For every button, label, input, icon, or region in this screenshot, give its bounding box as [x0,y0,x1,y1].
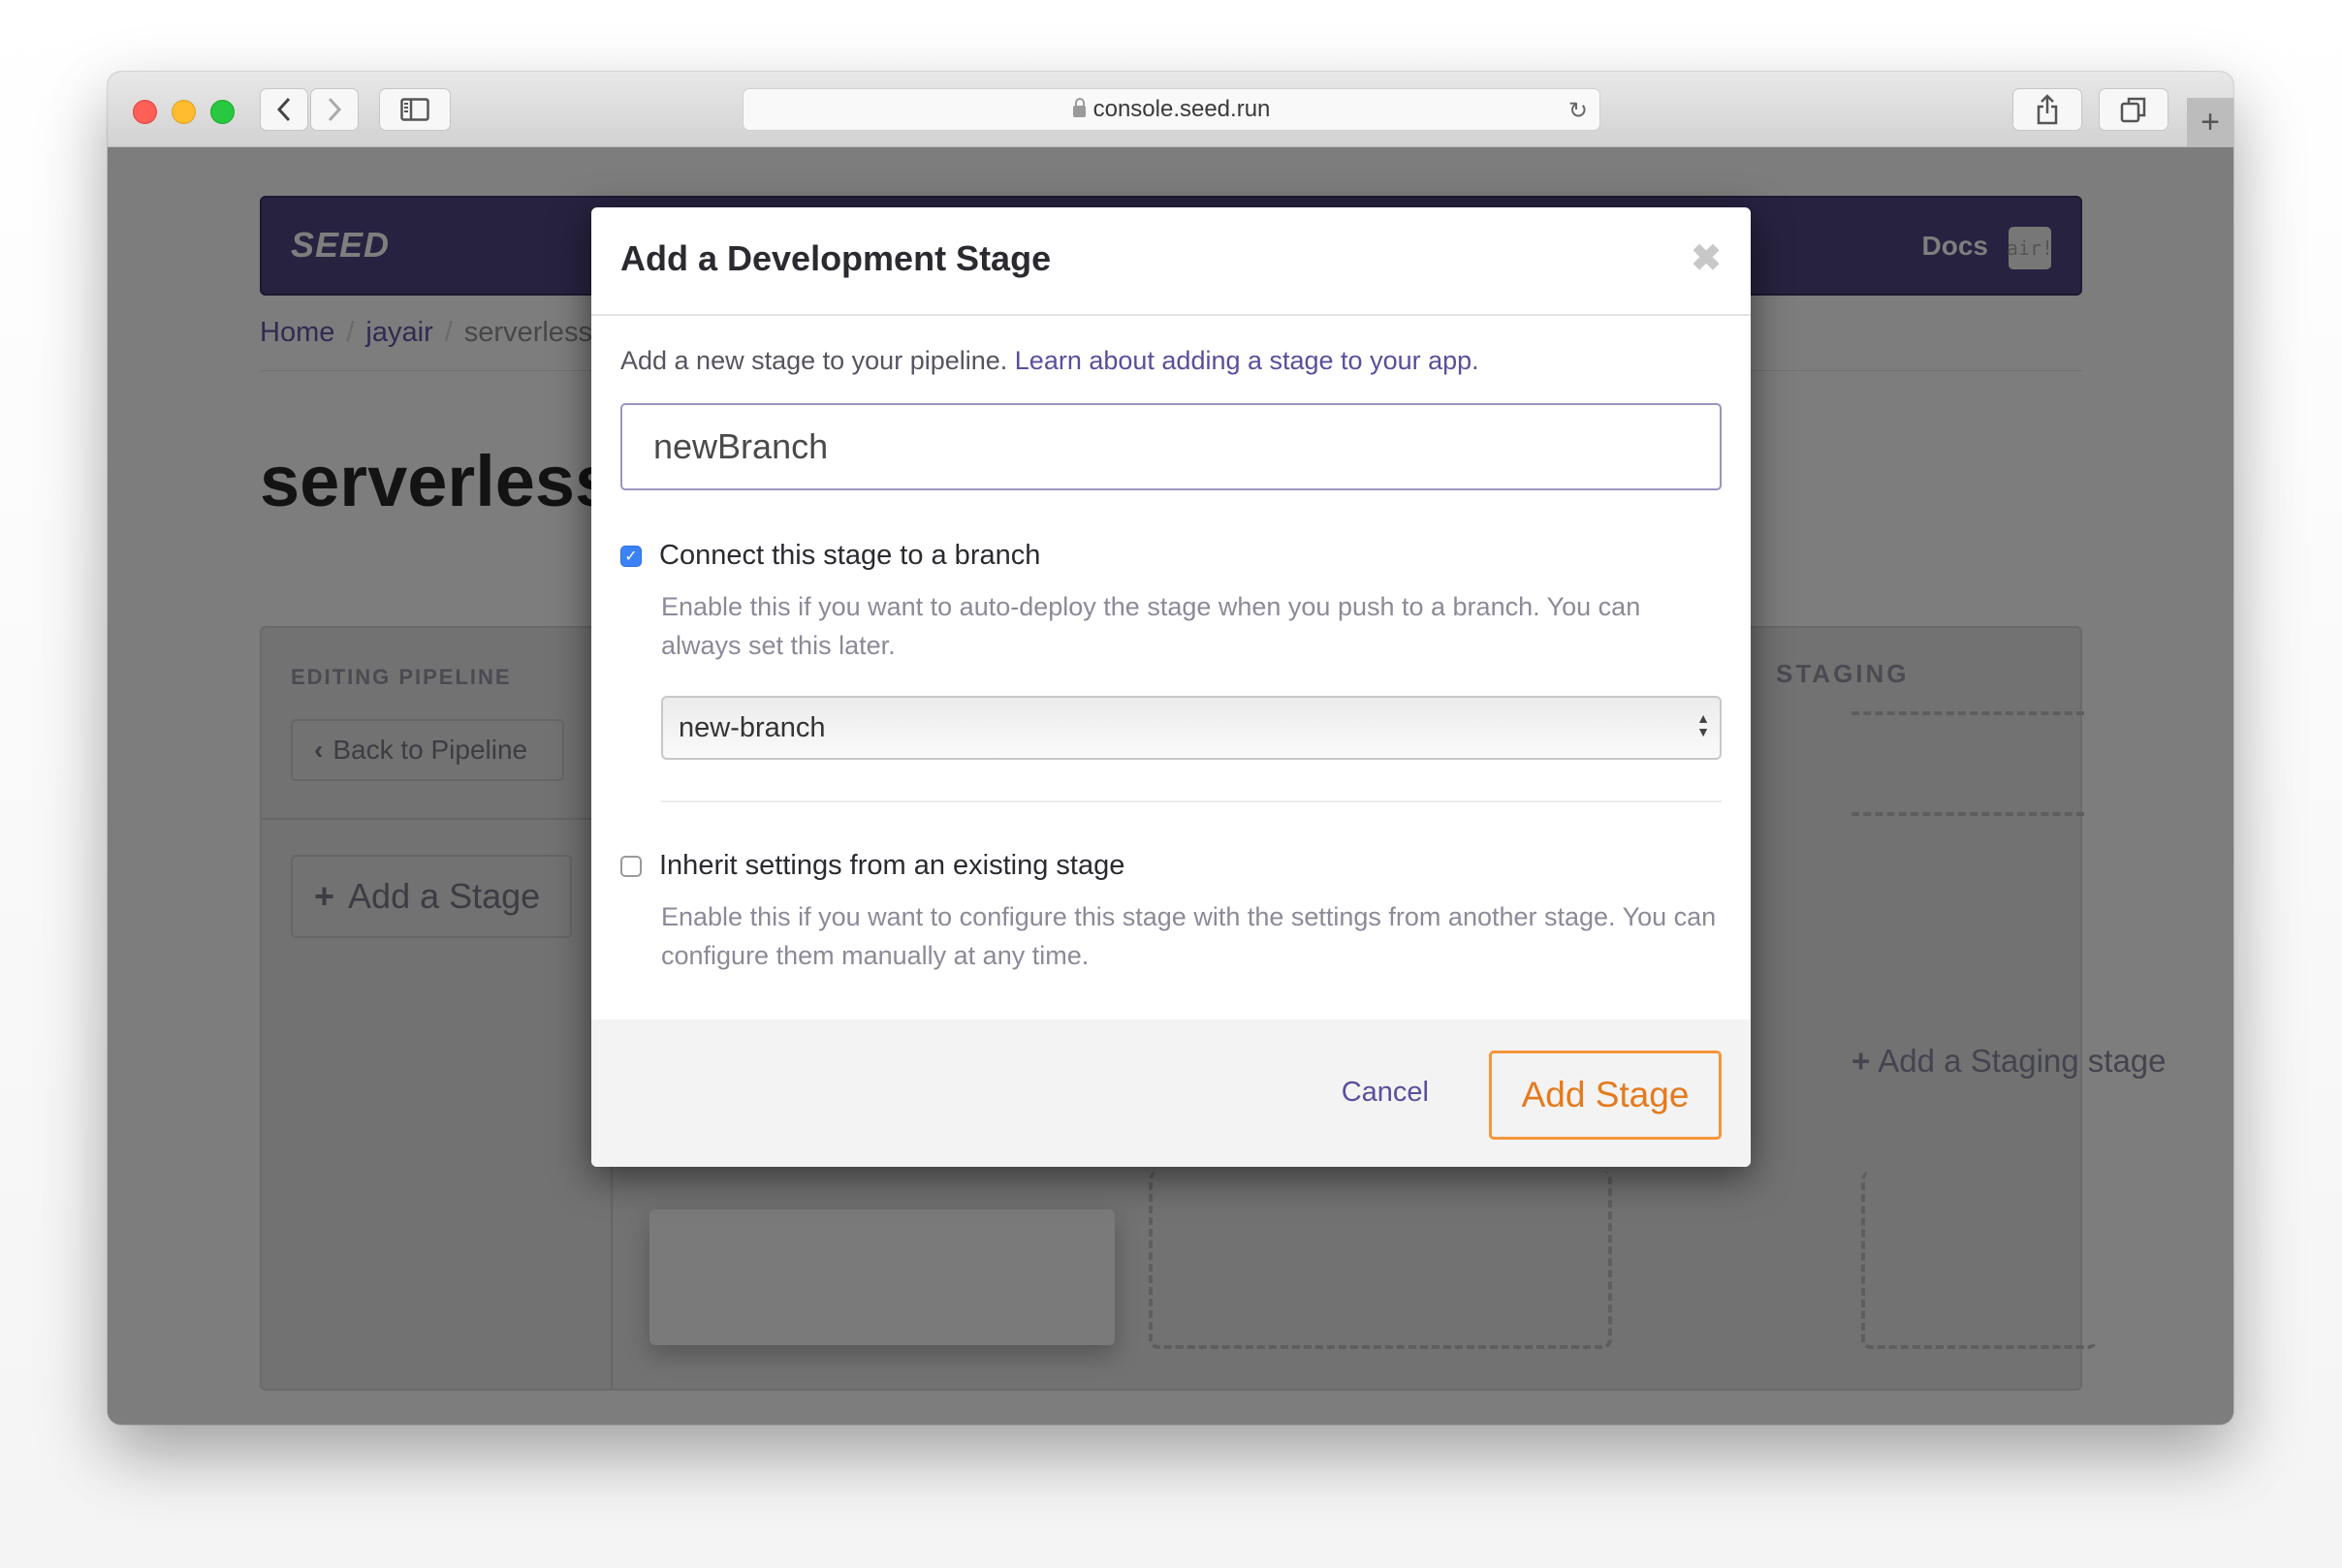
add-a-stage-button[interactable]: + Add a Stage [291,855,572,938]
pipeline-sidebar: EDITING PIPELINE ‹ Back to Pipeline + Ad… [262,628,613,1389]
branch-select[interactable]: new-branch ▲ ▼ [661,696,1722,760]
inherit-settings-label[interactable]: Inherit settings from an existing stage [659,850,1124,882]
inherit-settings-checkbox[interactable] [620,855,642,877]
add-staging-stage-label: Add a Staging stage [1878,1043,2167,1079]
sidebar-divider [262,818,611,820]
plus-icon: + [314,876,335,916]
seed-logo[interactable]: SEED [291,225,390,266]
back-to-pipeline-label: Back to Pipeline [332,735,528,765]
connect-branch-label[interactable]: Connect this stage to a branch [659,540,1040,572]
connect-branch-help: Enable this if you want to auto-deploy t… [661,592,1641,660]
modal-intro: Add a new stage to your pipeline. Learn … [620,346,1479,376]
cancel-button[interactable]: Cancel [1336,1076,1435,1110]
sidebar-toggle-button[interactable] [379,88,451,131]
tabs-overview-button[interactable] [2099,88,2168,131]
close-window-button[interactable] [133,100,157,124]
reload-icon[interactable]: ↻ [1568,97,1588,125]
development-stage-card[interactable] [649,1209,1115,1345]
breadcrumb-home[interactable]: Home [260,317,334,348]
inherit-settings-help: Enable this if you want to configure thi… [661,902,1717,970]
chevron-left-icon: ‹ [314,735,324,765]
breadcrumb-current: serverless [463,317,592,348]
forward-button[interactable] [310,88,359,131]
connect-branch-row: ✓ Connect this stage to a branch [620,540,1040,572]
share-button[interactable] [2012,88,2082,131]
minimize-window-button[interactable] [172,100,196,124]
stage-name-input[interactable] [620,403,1722,490]
breadcrumb-separator: / [444,317,453,348]
close-icon[interactable]: ✖ [1691,236,1722,280]
empty-stage-slot[interactable] [1149,1171,1612,1349]
back-to-pipeline-button[interactable]: ‹ Back to Pipeline [291,719,564,781]
add-a-stage-label: Add a Stage [348,876,541,916]
back-button[interactable] [260,88,308,131]
sidebar-icon [400,98,429,121]
plus-icon: + [2200,103,2220,141]
breadcrumb: Home / jayair / serverless [260,317,592,349]
new-tab-button[interactable]: + [2187,98,2233,146]
connect-branch-checkbox[interactable]: ✓ [620,545,642,567]
url-text: console.seed.run [1092,96,1271,122]
user-avatar[interactable]: air! [2007,227,2053,269]
learn-more-link[interactable]: Learn about adding a stage to your app. [1015,346,1479,375]
address-bar[interactable]: console.seed.run ↻ [743,88,1600,131]
staging-stage-slot[interactable] [1851,711,2084,816]
chevron-left-icon [276,97,291,122]
inherit-settings-row: Inherit settings from an existing stage [620,850,1124,882]
breadcrumb-separator: / [346,317,355,348]
browser-toolbar: console.seed.run ↻ + [108,72,2233,147]
lock-icon [1072,98,1086,117]
intro-text: Add a new stage to your pipeline. [620,346,1008,375]
docs-link[interactable]: Docs [1922,231,1988,262]
modal-footer: Cancel Add Stage [591,1019,1751,1167]
chevron-right-icon [328,97,342,122]
page-title: serverless [260,441,616,521]
modal-divider [661,800,1722,802]
share-icon [2037,94,2058,125]
modal-header: Add a Development Stage ✖ [591,207,1751,316]
tabs-icon [2120,97,2146,123]
zoom-window-button[interactable] [210,100,235,124]
add-staging-stage-button[interactable]: + Add a Staging stage [1851,1043,2167,1080]
branch-select-value: new-branch [679,711,826,743]
select-arrows-icon: ▲ ▼ [1696,710,1710,739]
plus-icon: + [1851,1043,1871,1079]
add-stage-submit-button[interactable]: Add Stage [1489,1051,1722,1140]
add-stage-modal: Add a Development Stage ✖ Add a new stag… [591,207,1751,1167]
modal-title: Add a Development Stage [620,238,1052,278]
staging-column-label: STAGING [1776,659,1910,688]
breadcrumb-org[interactable]: jayair [365,317,432,348]
staging-empty-slot[interactable] [1861,1171,2098,1349]
editing-pipeline-label: EDITING PIPELINE [291,665,512,689]
